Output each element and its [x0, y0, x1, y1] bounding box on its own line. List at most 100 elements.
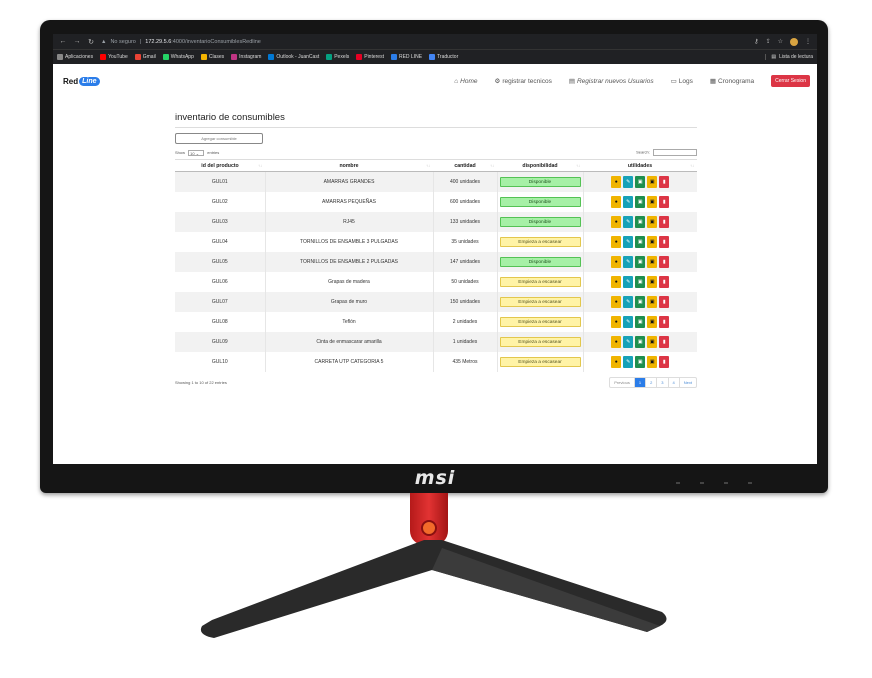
add-stock-icon[interactable]: ▣ [635, 275, 646, 288]
remove-stock-icon[interactable]: ▣ [647, 295, 658, 308]
key-icon[interactable]: ⚷ [754, 38, 758, 45]
reading-list[interactable]: ▤ Lista de lectura [765, 54, 813, 60]
info-icon[interactable]: ● [611, 335, 622, 348]
delete-icon[interactable]: ▮ [659, 315, 670, 328]
bookmark-item[interactable]: YouTube [100, 54, 128, 60]
edit-icon[interactable]: ✎ [623, 255, 634, 268]
add-stock-icon[interactable]: ▣ [635, 215, 646, 228]
delete-icon[interactable]: ▮ [659, 335, 670, 348]
nav-logs[interactable]: ▭ Logs [670, 77, 693, 86]
document-icon: ▭ [670, 78, 677, 85]
info-icon[interactable]: ● [611, 215, 622, 228]
edit-icon[interactable]: ✎ [623, 355, 634, 368]
info-icon[interactable]: ● [611, 195, 622, 208]
reload-icon[interactable]: ↻ [87, 38, 95, 46]
add-stock-icon[interactable]: ▣ [635, 295, 646, 308]
edit-icon[interactable]: ✎ [623, 295, 634, 308]
pagination-previous[interactable]: Previous [610, 377, 635, 387]
delete-icon[interactable]: ▮ [659, 195, 670, 208]
nav-cronograma[interactable]: ▦ Cronograma [710, 77, 754, 86]
cell-id: GUL07 [175, 291, 266, 312]
add-stock-icon[interactable]: ▣ [635, 355, 646, 368]
bookmark-item[interactable]: Outlook - JuanCast [268, 54, 319, 60]
remove-stock-icon[interactable]: ▣ [647, 255, 658, 268]
remove-stock-icon[interactable]: ▣ [647, 335, 658, 348]
delete-icon[interactable]: ▮ [659, 175, 670, 188]
pagination-page[interactable]: 1 [634, 377, 647, 387]
add-stock-icon[interactable]: ▣ [635, 315, 646, 328]
star-icon[interactable]: ☆ [778, 38, 783, 45]
redline-logo[interactable]: Red Line [63, 76, 100, 86]
info-icon[interactable]: ● [611, 235, 622, 248]
address-bar[interactable]: ▲ No seguro | 172.29.5.6:4000/inventario… [101, 39, 748, 45]
entries-select[interactable]: 10 ⌄ [188, 149, 205, 156]
edit-icon[interactable]: ✎ [623, 335, 634, 348]
remove-stock-icon[interactable]: ▣ [647, 235, 658, 248]
add-consumable-button[interactable]: Agregar consumible [175, 133, 263, 144]
bookmark-item[interactable]: Clases [200, 54, 224, 60]
bookmark-item[interactable]: Instagram [231, 54, 261, 60]
nav-home[interactable]: ⌂ Home [454, 78, 477, 85]
info-icon[interactable]: ● [611, 295, 622, 308]
remove-stock-icon[interactable]: ▣ [647, 215, 658, 228]
edit-icon[interactable]: ✎ [623, 315, 634, 328]
pagination-page[interactable]: 3 [657, 377, 669, 387]
pagination-page[interactable]: 4 [669, 377, 680, 387]
remove-stock-icon[interactable]: ▣ [647, 315, 658, 328]
remove-stock-icon[interactable]: ▣ [647, 195, 658, 208]
profile-avatar[interactable] [790, 37, 798, 46]
inventory-table: id del producto ↑↓ nombre ↑↓ cantidad ↑↓ dispo… [175, 159, 697, 372]
edit-icon[interactable]: ✎ [623, 235, 634, 248]
edit-icon[interactable]: ✎ [623, 175, 634, 188]
logout-button[interactable]: Cerrar Sesion [771, 75, 810, 87]
add-stock-icon[interactable]: ▣ [635, 195, 646, 208]
edit-icon[interactable]: ✎ [623, 275, 634, 288]
delete-icon[interactable]: ▮ [659, 275, 670, 288]
add-stock-icon[interactable]: ▣ [635, 255, 646, 268]
remove-stock-icon[interactable]: ▣ [647, 275, 658, 288]
monitor-buttons [676, 482, 752, 484]
info-icon[interactable]: ● [611, 315, 622, 328]
pagination-page[interactable]: 2 [646, 377, 658, 387]
delete-icon[interactable]: ▮ [659, 355, 670, 368]
sort-icon: ↑↓ [576, 163, 580, 168]
add-stock-icon[interactable]: ▣ [635, 235, 646, 248]
cell-id: GUL10 [175, 351, 266, 372]
column-header[interactable]: utilidades ↑↓ [583, 159, 697, 172]
delete-icon[interactable]: ▮ [659, 215, 670, 228]
nav-registrar-tecnicos[interactable]: ⚙ registrar tecnicos [495, 77, 552, 86]
column-header[interactable]: id del producto ↑↓ [175, 159, 265, 172]
column-header[interactable]: nombre ↑↓ [265, 159, 433, 172]
bookmark-item[interactable]: RED LINE [390, 54, 422, 60]
search-input[interactable] [653, 149, 697, 156]
nav-registrar-usuarios[interactable]: ▤ Registrar nuevos Usuarios [569, 77, 654, 86]
forward-icon[interactable]: → [73, 38, 81, 45]
bookmark-item[interactable]: Pinterest [356, 54, 384, 60]
menu-icon[interactable]: ⋮ [805, 38, 811, 45]
bookmark-item[interactable]: Aplicaciones [57, 54, 93, 60]
bookmark-item[interactable]: Traductor [429, 54, 458, 60]
info-icon[interactable]: ● [611, 275, 622, 288]
cell-utilidades: ● ✎ ▣ ▣ ▮ [583, 232, 697, 252]
info-icon[interactable]: ● [611, 355, 622, 368]
column-header[interactable]: cantidad ↑↓ [433, 159, 497, 172]
bookmark-item[interactable]: Pexels [326, 54, 349, 60]
info-icon[interactable]: ● [611, 255, 622, 268]
bookmark-item[interactable]: Gmail [134, 54, 156, 60]
delete-icon[interactable]: ▮ [659, 235, 670, 248]
add-stock-icon[interactable]: ▣ [635, 175, 646, 188]
add-stock-icon[interactable]: ▣ [635, 335, 646, 348]
column-header[interactable]: disponibilidad ↑↓ [497, 159, 583, 172]
delete-icon[interactable]: ▮ [659, 255, 670, 268]
edit-icon[interactable]: ✎ [623, 215, 634, 228]
table-row: GUL10 CARRETA UTP CATEGORIA 5 435 Metros Em… [175, 351, 697, 372]
share-icon[interactable]: ⇪ [766, 38, 771, 45]
pagination-next[interactable]: Next [680, 378, 696, 387]
edit-icon[interactable]: ✎ [623, 195, 634, 208]
back-icon[interactable]: ← [59, 38, 67, 45]
remove-stock-icon[interactable]: ▣ [647, 175, 658, 188]
bookmark-item[interactable]: WhatsApp [162, 54, 194, 60]
remove-stock-icon[interactable]: ▣ [647, 355, 658, 368]
delete-icon[interactable]: ▮ [659, 295, 670, 308]
info-icon[interactable]: ● [611, 175, 622, 188]
